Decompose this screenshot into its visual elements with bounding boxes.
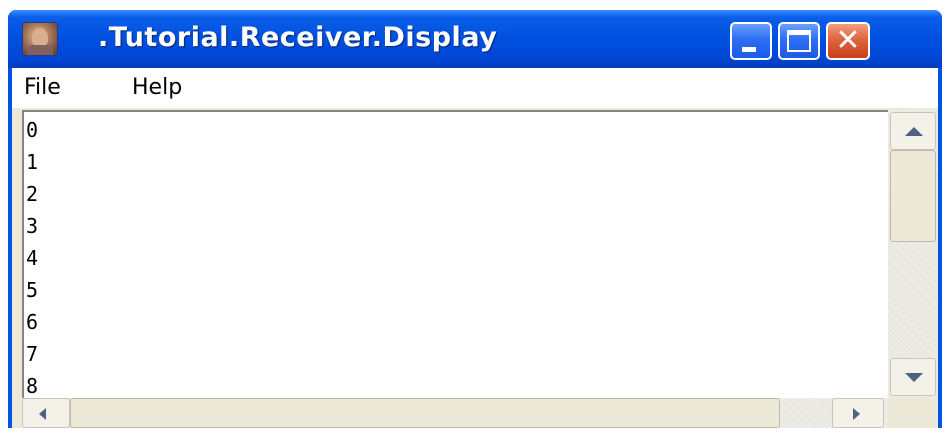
minimize-button[interactable] xyxy=(730,22,772,60)
menu-bar: File Help xyxy=(12,68,938,108)
text-line: 8 xyxy=(26,374,39,398)
vertical-scrollbar[interactable] xyxy=(888,110,938,398)
text-line: 4 xyxy=(26,246,39,270)
arrow-down-icon xyxy=(905,373,923,382)
text-line: 6 xyxy=(26,310,39,334)
menu-help[interactable]: Help xyxy=(132,68,182,108)
text-line: 3 xyxy=(26,214,39,238)
arrow-left-icon xyxy=(39,408,46,420)
portrait-cloth xyxy=(27,45,53,55)
scrollbar-corner xyxy=(888,398,938,428)
app-window: .Tutorial.Receiver.Display ✕ File Help 0… xyxy=(8,10,942,428)
app-portrait-icon[interactable] xyxy=(22,22,58,56)
minimize-icon xyxy=(742,47,756,52)
output-text-area[interactable]: 0 1 2 3 4 5 6 7 8 xyxy=(22,110,888,398)
text-line: 7 xyxy=(26,342,39,366)
arrow-up-icon xyxy=(905,127,923,136)
close-button[interactable]: ✕ xyxy=(826,22,870,60)
arrow-right-icon xyxy=(853,408,860,420)
horizontal-scroll-thumb[interactable] xyxy=(70,398,780,428)
title-bar[interactable]: .Tutorial.Receiver.Display ✕ xyxy=(8,10,942,68)
close-icon: ✕ xyxy=(835,23,861,58)
text-line: 0 xyxy=(26,118,39,142)
scroll-down-button[interactable] xyxy=(890,358,936,396)
scroll-right-button[interactable] xyxy=(832,398,884,428)
scroll-left-button[interactable] xyxy=(22,398,70,428)
vertical-scroll-thumb[interactable] xyxy=(890,150,936,242)
menu-file[interactable]: File xyxy=(24,68,61,108)
window-title: .Tutorial.Receiver.Display xyxy=(98,22,498,53)
horizontal-scrollbar[interactable] xyxy=(22,398,888,428)
client-area: File Help 0 1 2 3 4 5 6 7 8 xyxy=(12,68,938,428)
scroll-up-button[interactable] xyxy=(890,112,936,150)
text-line: 5 xyxy=(26,278,39,302)
maximize-button[interactable] xyxy=(778,22,820,60)
text-line: 2 xyxy=(26,182,39,206)
maximize-icon xyxy=(787,30,811,52)
text-line: 1 xyxy=(26,150,39,174)
